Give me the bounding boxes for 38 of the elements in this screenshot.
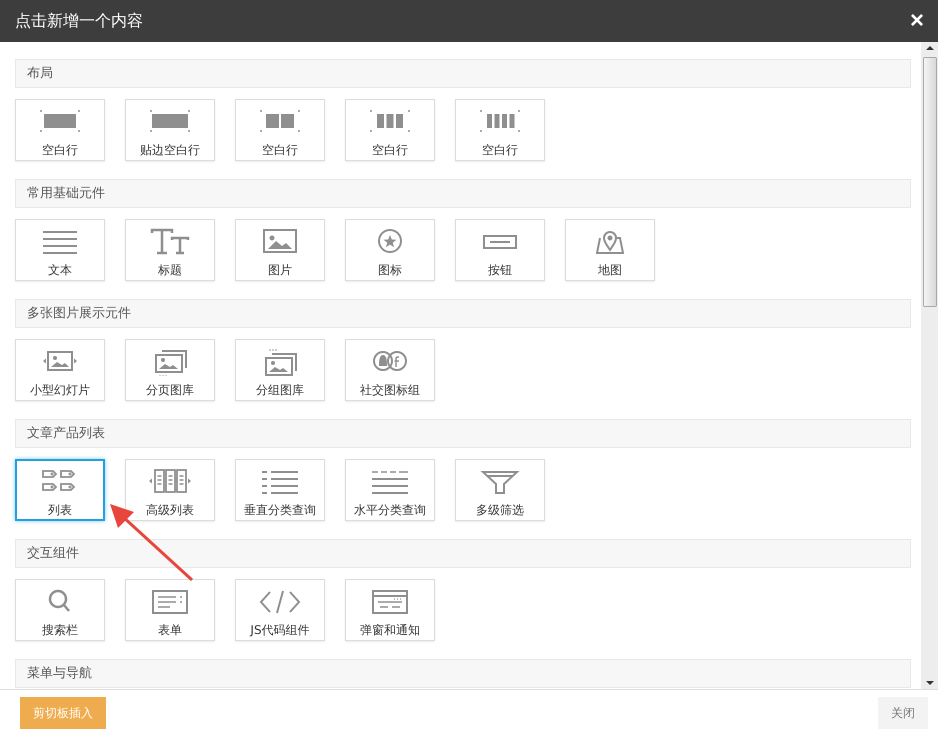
widget-tile[interactable]: 标题: [125, 219, 215, 281]
widget-tile[interactable]: 垂直分类查询: [235, 459, 325, 521]
close-button[interactable]: 关闭: [878, 697, 928, 729]
widget-tile[interactable]: 分页图库: [125, 339, 215, 401]
dialog-title: 点击新增一个内容: [15, 10, 143, 32]
section-header: 多张图片展示元件: [15, 299, 911, 328]
widget-tile[interactable]: 空白行: [235, 99, 325, 161]
widget-tile[interactable]: 水平分类查询: [345, 459, 435, 521]
section-header: 文章产品列表: [15, 419, 911, 448]
widget-tile[interactable]: 图标: [345, 219, 435, 281]
widget-tile[interactable]: 空白行: [345, 99, 435, 161]
close-button[interactable]: ×: [908, 9, 926, 33]
filter-icon: [478, 468, 522, 496]
widget-tile[interactable]: 地图: [565, 219, 655, 281]
widget-tile[interactable]: 小型幻灯片: [15, 339, 105, 401]
scrollbar[interactable]: [921, 42, 938, 689]
widget-tile[interactable]: 高级列表: [125, 459, 215, 521]
widget-tile[interactable]: 表单: [125, 579, 215, 641]
widget-tile[interactable]: 空白行: [15, 99, 105, 161]
widget-tile[interactable]: 贴边空白行: [125, 99, 215, 161]
widget-tile[interactable]: 列表: [15, 459, 105, 521]
widget-tile[interactable]: 空白行: [455, 99, 545, 161]
section-header: 常用基础元件: [15, 179, 911, 208]
section-header: 菜单与导航: [15, 659, 911, 688]
widget-tile[interactable]: 图片: [235, 219, 325, 281]
widget-tile[interactable]: 弹窗和通知: [345, 579, 435, 641]
widget-tile[interactable]: 社交图标组: [345, 339, 435, 401]
columns-list-icon: [148, 468, 192, 496]
section-header: 布局: [15, 59, 911, 88]
code-icon: [258, 588, 302, 616]
widget-tile[interactable]: 搜索栏: [15, 579, 105, 641]
widget-tile[interactable]: 分组图库: [235, 339, 325, 401]
section-header: 交互组件: [15, 539, 911, 568]
heading-icon: [148, 228, 192, 256]
widget-tile[interactable]: JS代码组件: [235, 579, 325, 641]
widget-tile[interactable]: 按钮: [455, 219, 545, 281]
widget-tile[interactable]: 文本: [15, 219, 105, 281]
widget-tile[interactable]: 多级筛选: [455, 459, 545, 521]
